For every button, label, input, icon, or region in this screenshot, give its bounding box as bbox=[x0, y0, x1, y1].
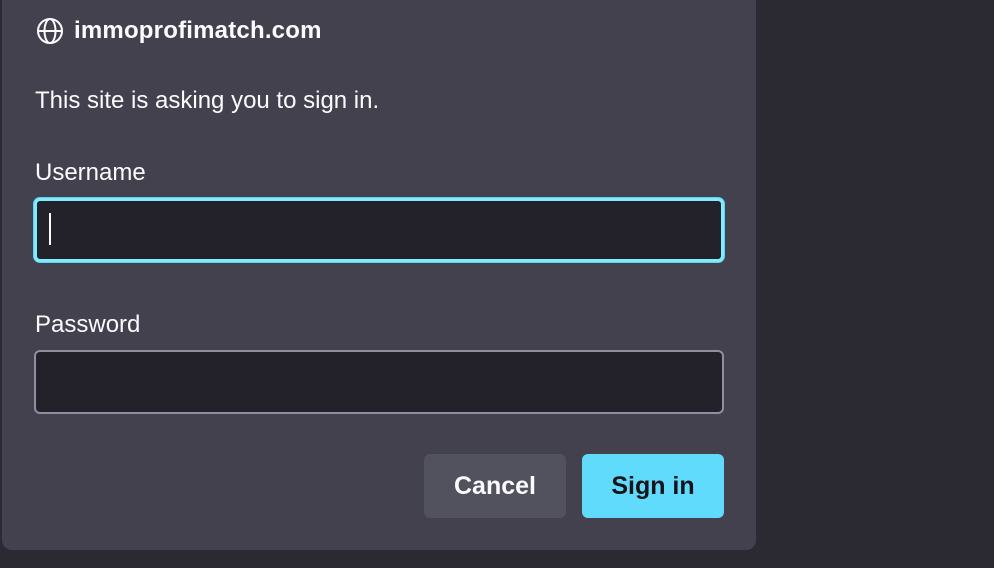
password-field[interactable] bbox=[34, 350, 724, 414]
sign-in-message: This site is asking you to sign in. bbox=[35, 87, 380, 114]
text-caret bbox=[49, 213, 51, 245]
username-label: Username bbox=[35, 159, 146, 186]
password-label: Password bbox=[35, 311, 141, 338]
site-domain: immoprofimatch.com bbox=[74, 17, 322, 44]
cancel-button[interactable]: Cancel bbox=[424, 454, 566, 518]
sign-in-button[interactable]: Sign in bbox=[582, 454, 724, 518]
sign-in-dialog: immoprofimatch.com This site is asking y… bbox=[2, 0, 756, 550]
globe-icon bbox=[36, 17, 64, 45]
site-header: immoprofimatch.com bbox=[36, 16, 322, 46]
username-field[interactable] bbox=[34, 198, 724, 262]
